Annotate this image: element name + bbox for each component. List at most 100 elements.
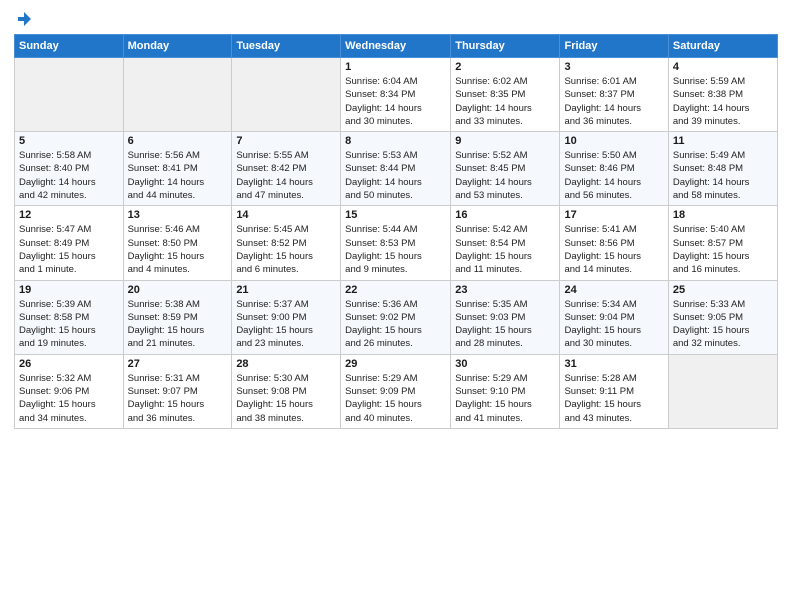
- week-row-1: 1 Sunrise: 6:04 AMSunset: 8:34 PMDaylight…: [15, 58, 778, 132]
- week-row-2: 5 Sunrise: 5:58 AMSunset: 8:40 PMDaylight…: [15, 132, 778, 206]
- calendar-cell: 19 Sunrise: 5:39 AMSunset: 8:58 PMDayligh…: [15, 280, 124, 354]
- day-number: 18: [673, 209, 773, 221]
- calendar-cell: 7 Sunrise: 5:55 AMSunset: 8:42 PMDaylight…: [232, 132, 341, 206]
- calendar-cell: 29 Sunrise: 5:29 AMSunset: 9:09 PMDayligh…: [341, 354, 451, 428]
- calendar-cell: 17Sunrise: 5:41 AMSunset: 8:56 PMDayligh…: [560, 206, 668, 280]
- calendar-cell: 6 Sunrise: 5:56 AMSunset: 8:41 PMDaylight…: [123, 132, 232, 206]
- calendar-cell: 30 Sunrise: 5:29 AMSunset: 9:10 PMDayligh…: [451, 354, 560, 428]
- day-number: 24: [564, 284, 663, 296]
- day-number: 5: [19, 135, 119, 147]
- day-number: 9: [455, 135, 555, 147]
- day-number: 26: [19, 358, 119, 370]
- calendar-cell: 26 Sunrise: 5:32 AMSunset: 9:06 PMDayligh…: [15, 354, 124, 428]
- calendar-cell: 4Sunrise: 5:59 AMSunset: 8:38 PMDaylight…: [668, 58, 777, 132]
- day-number: 8: [345, 135, 446, 147]
- day-info: Sunrise: 6:01 AMSunset: 8:37 PMDaylight:…: [564, 75, 663, 128]
- day-info: Sunrise: 5:30 AMSunset: 9:08 PMDaylight:…: [236, 372, 336, 425]
- day-number: 7: [236, 135, 336, 147]
- day-number: 13: [128, 209, 228, 221]
- header: [14, 10, 778, 28]
- day-number: 31: [564, 358, 663, 370]
- logo: [14, 10, 34, 28]
- day-info: Sunrise: 6:04 AMSunset: 8:34 PMDaylight:…: [345, 75, 446, 128]
- day-info: Sunrise: 5:39 AMSunset: 8:58 PMDaylight:…: [19, 298, 119, 351]
- day-info: Sunrise: 5:40 AMSunset: 8:57 PMDaylight:…: [673, 223, 773, 276]
- calendar-cell: 27Sunrise: 5:31 AMSunset: 9:07 PMDayligh…: [123, 354, 232, 428]
- calendar-cell: 20 Sunrise: 5:38 AMSunset: 8:59 PMDayligh…: [123, 280, 232, 354]
- day-number: 19: [19, 284, 119, 296]
- day-info: Sunrise: 5:42 AMSunset: 8:54 PMDaylight:…: [455, 223, 555, 276]
- calendar-cell: 12 Sunrise: 5:47 AMSunset: 8:49 PMDayligh…: [15, 206, 124, 280]
- day-info: Sunrise: 5:41 AMSunset: 8:56 PMDaylight:…: [564, 223, 663, 276]
- calendar-cell: 11 Sunrise: 5:49 AMSunset: 8:48 PMDayligh…: [668, 132, 777, 206]
- calendar-cell: 18 Sunrise: 5:40 AMSunset: 8:57 PMDayligh…: [668, 206, 777, 280]
- day-info: Sunrise: 5:36 AMSunset: 9:02 PMDaylight:…: [345, 298, 446, 351]
- day-info: Sunrise: 5:59 AMSunset: 8:38 PMDaylight:…: [673, 75, 773, 128]
- weekday-header-wednesday: Wednesday: [341, 35, 451, 58]
- calendar-cell: 8 Sunrise: 5:53 AMSunset: 8:44 PMDaylight…: [341, 132, 451, 206]
- calendar-cell: 9Sunrise: 5:52 AMSunset: 8:45 PMDaylight…: [451, 132, 560, 206]
- day-info: Sunrise: 5:47 AMSunset: 8:49 PMDaylight:…: [19, 223, 119, 276]
- calendar-cell: 10 Sunrise: 5:50 AMSunset: 8:46 PMDayligh…: [560, 132, 668, 206]
- day-info: Sunrise: 5:58 AMSunset: 8:40 PMDaylight:…: [19, 149, 119, 202]
- day-number: 21: [236, 284, 336, 296]
- weekday-header-monday: Monday: [123, 35, 232, 58]
- calendar-cell: 2 Sunrise: 6:02 AMSunset: 8:35 PMDaylight…: [451, 58, 560, 132]
- day-info: Sunrise: 5:37 AMSunset: 9:00 PMDaylight:…: [236, 298, 336, 351]
- weekday-header-sunday: Sunday: [15, 35, 124, 58]
- day-number: 20: [128, 284, 228, 296]
- day-number: 1: [345, 61, 446, 73]
- day-number: 28: [236, 358, 336, 370]
- day-number: 30: [455, 358, 555, 370]
- day-info: Sunrise: 5:56 AMSunset: 8:41 PMDaylight:…: [128, 149, 228, 202]
- day-number: 15: [345, 209, 446, 221]
- day-number: 11: [673, 135, 773, 147]
- calendar-cell: 5 Sunrise: 5:58 AMSunset: 8:40 PMDaylight…: [15, 132, 124, 206]
- weekday-header-tuesday: Tuesday: [232, 35, 341, 58]
- day-info: Sunrise: 5:45 AMSunset: 8:52 PMDaylight:…: [236, 223, 336, 276]
- page: SundayMondayTuesdayWednesdayThursdayFrid…: [0, 0, 792, 612]
- day-number: 6: [128, 135, 228, 147]
- day-number: 23: [455, 284, 555, 296]
- day-info: Sunrise: 5:29 AMSunset: 9:09 PMDaylight:…: [345, 372, 446, 425]
- calendar-cell: 1 Sunrise: 6:04 AMSunset: 8:34 PMDaylight…: [341, 58, 451, 132]
- day-info: Sunrise: 6:02 AMSunset: 8:35 PMDaylight:…: [455, 75, 555, 128]
- calendar-cell: 21 Sunrise: 5:37 AMSunset: 9:00 PMDayligh…: [232, 280, 341, 354]
- calendar-cell: [232, 58, 341, 132]
- weekday-header-thursday: Thursday: [451, 35, 560, 58]
- day-number: 16: [455, 209, 555, 221]
- day-info: Sunrise: 5:32 AMSunset: 9:06 PMDaylight:…: [19, 372, 119, 425]
- calendar-cell: 25 Sunrise: 5:33 AMSunset: 9:05 PMDayligh…: [668, 280, 777, 354]
- day-number: 25: [673, 284, 773, 296]
- calendar-cell: 31 Sunrise: 5:28 AMSunset: 9:11 PMDayligh…: [560, 354, 668, 428]
- day-number: 2: [455, 61, 555, 73]
- day-number: 29: [345, 358, 446, 370]
- day-number: 12: [19, 209, 119, 221]
- calendar-cell: 22 Sunrise: 5:36 AMSunset: 9:02 PMDayligh…: [341, 280, 451, 354]
- day-info: Sunrise: 5:38 AMSunset: 8:59 PMDaylight:…: [128, 298, 228, 351]
- day-info: Sunrise: 5:28 AMSunset: 9:11 PMDaylight:…: [564, 372, 663, 425]
- weekday-header-row: SundayMondayTuesdayWednesdayThursdayFrid…: [15, 35, 778, 58]
- week-row-3: 12 Sunrise: 5:47 AMSunset: 8:49 PMDayligh…: [15, 206, 778, 280]
- calendar-cell: [123, 58, 232, 132]
- day-number: 3: [564, 61, 663, 73]
- calendar-cell: 16 Sunrise: 5:42 AMSunset: 8:54 PMDayligh…: [451, 206, 560, 280]
- day-info: Sunrise: 5:33 AMSunset: 9:05 PMDaylight:…: [673, 298, 773, 351]
- day-info: Sunrise: 5:35 AMSunset: 9:03 PMDaylight:…: [455, 298, 555, 351]
- day-info: Sunrise: 5:49 AMSunset: 8:48 PMDaylight:…: [673, 149, 773, 202]
- week-row-4: 19 Sunrise: 5:39 AMSunset: 8:58 PMDayligh…: [15, 280, 778, 354]
- day-number: 10: [564, 135, 663, 147]
- calendar-cell: 28 Sunrise: 5:30 AMSunset: 9:08 PMDayligh…: [232, 354, 341, 428]
- day-info: Sunrise: 5:50 AMSunset: 8:46 PMDaylight:…: [564, 149, 663, 202]
- day-number: 22: [345, 284, 446, 296]
- calendar-table: SundayMondayTuesdayWednesdayThursdayFrid…: [14, 34, 778, 429]
- calendar-cell: [668, 354, 777, 428]
- day-info: Sunrise: 5:29 AMSunset: 9:10 PMDaylight:…: [455, 372, 555, 425]
- logo-icon: [15, 10, 33, 28]
- day-info: Sunrise: 5:55 AMSunset: 8:42 PMDaylight:…: [236, 149, 336, 202]
- calendar-cell: 24Sunrise: 5:34 AMSunset: 9:04 PMDayligh…: [560, 280, 668, 354]
- day-number: 27: [128, 358, 228, 370]
- week-row-5: 26 Sunrise: 5:32 AMSunset: 9:06 PMDayligh…: [15, 354, 778, 428]
- day-info: Sunrise: 5:53 AMSunset: 8:44 PMDaylight:…: [345, 149, 446, 202]
- calendar-cell: 15Sunrise: 5:44 AMSunset: 8:53 PMDayligh…: [341, 206, 451, 280]
